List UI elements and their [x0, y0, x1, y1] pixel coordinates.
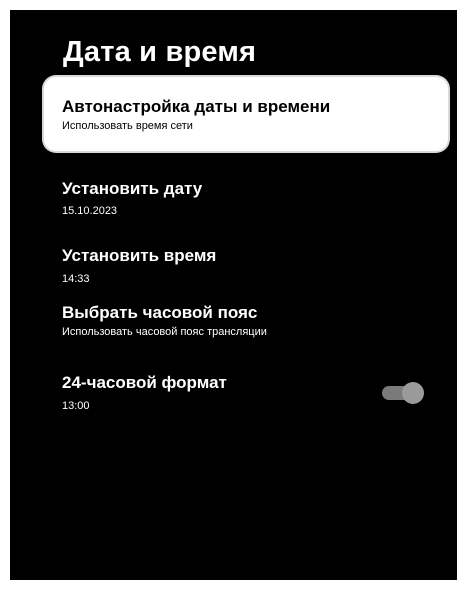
24-hour-format-toggle[interactable]	[382, 382, 424, 404]
auto-date-time-label: Автонастройка даты и времени	[62, 97, 331, 116]
time-zone-item[interactable]: Выбрать часовой пояс Использовать часово…	[44, 295, 448, 345]
auto-date-time-item[interactable]: Автонастройка даты и времени Использоват…	[44, 77, 448, 151]
settings-screen: Дата и время Автонастройка даты и времен…	[10, 10, 457, 580]
set-time-value: 14:33	[62, 273, 90, 285]
toggle-knob	[402, 382, 424, 404]
set-date-item[interactable]: Установить дату 15.10.2023	[44, 170, 448, 222]
set-time-label: Установить время	[62, 246, 217, 265]
page-title: Дата и время	[63, 36, 257, 68]
24-hour-format-label: 24-часовой формат	[62, 373, 227, 392]
set-date-value: 15.10.2023	[62, 205, 118, 217]
time-zone-value: Использовать часовой пояс трансляции	[62, 326, 267, 338]
set-date-label: Установить дату	[62, 179, 203, 198]
24-hour-format-value: 13:00	[62, 400, 90, 412]
set-time-item[interactable]: Установить время 14:33	[44, 236, 448, 290]
auto-date-time-value: Использовать время сети	[62, 120, 193, 132]
time-zone-label: Выбрать часовой пояс	[62, 303, 258, 322]
